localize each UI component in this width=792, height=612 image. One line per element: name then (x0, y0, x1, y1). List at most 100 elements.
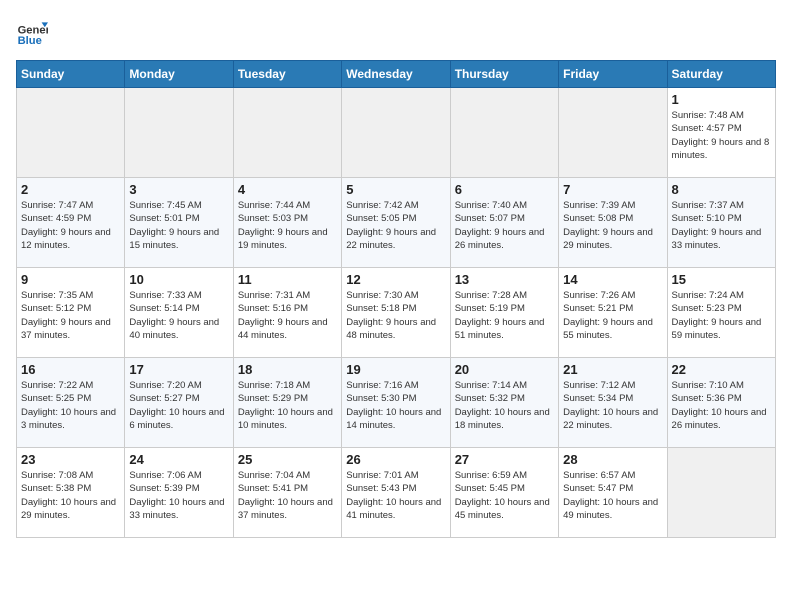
day-number: 24 (129, 452, 228, 467)
day-info: Sunrise: 7:42 AM Sunset: 5:05 PM Dayligh… (346, 199, 445, 252)
day-number: 10 (129, 272, 228, 287)
day-cell: 5 Sunrise: 7:42 AM Sunset: 5:05 PM Daylig… (342, 178, 450, 268)
day-number: 18 (238, 362, 337, 377)
day-info: Sunrise: 7:12 AM Sunset: 5:34 PM Dayligh… (563, 379, 662, 432)
day-cell (450, 88, 558, 178)
day-cell (125, 88, 233, 178)
day-number: 27 (455, 452, 554, 467)
day-cell: 14 Sunrise: 7:26 AM Sunset: 5:21 PM Dayli… (559, 268, 667, 358)
day-info: Sunrise: 6:57 AM Sunset: 5:47 PM Dayligh… (563, 469, 662, 522)
day-number: 25 (238, 452, 337, 467)
day-info: Sunrise: 7:24 AM Sunset: 5:23 PM Dayligh… (672, 289, 771, 342)
day-header-tuesday: Tuesday (233, 61, 341, 88)
day-number: 20 (455, 362, 554, 377)
week-row-3: 16 Sunrise: 7:22 AM Sunset: 5:25 PM Dayli… (17, 358, 776, 448)
day-info: Sunrise: 7:10 AM Sunset: 5:36 PM Dayligh… (672, 379, 771, 432)
day-number: 17 (129, 362, 228, 377)
day-number: 28 (563, 452, 662, 467)
day-info: Sunrise: 7:08 AM Sunset: 5:38 PM Dayligh… (21, 469, 120, 522)
day-info: Sunrise: 7:28 AM Sunset: 5:19 PM Dayligh… (455, 289, 554, 342)
day-info: Sunrise: 7:14 AM Sunset: 5:32 PM Dayligh… (455, 379, 554, 432)
day-number: 13 (455, 272, 554, 287)
day-cell: 21Sunrise: 7:12 AM Sunset: 5:34 PM Dayli… (559, 358, 667, 448)
logo: General Blue (16, 16, 48, 48)
day-cell: 16 Sunrise: 7:22 AM Sunset: 5:25 PM Dayli… (17, 358, 125, 448)
day-number: 22 (672, 362, 771, 377)
day-cell (667, 448, 775, 538)
day-cell: 22 Sunrise: 7:10 AM Sunset: 5:36 PM Dayli… (667, 358, 775, 448)
day-info: Sunrise: 7:48 AM Sunset: 4:57 PM Dayligh… (672, 109, 771, 162)
day-info: Sunrise: 7:06 AM Sunset: 5:39 PM Dayligh… (129, 469, 228, 522)
day-cell: 1 Sunrise: 7:48 AM Sunset: 4:57 PM Daylig… (667, 88, 775, 178)
day-cell: 9 Sunrise: 7:35 AM Sunset: 5:12 PM Daylig… (17, 268, 125, 358)
day-cell: 19 Sunrise: 7:16 AM Sunset: 5:30 PM Dayli… (342, 358, 450, 448)
day-header-friday: Friday (559, 61, 667, 88)
day-number: 5 (346, 182, 445, 197)
day-info: Sunrise: 7:16 AM Sunset: 5:30 PM Dayligh… (346, 379, 445, 432)
day-number: 15 (672, 272, 771, 287)
svg-text:Blue: Blue (18, 35, 42, 47)
day-cell: 18Sunrise: 7:18 AM Sunset: 5:29 PM Dayli… (233, 358, 341, 448)
day-info: Sunrise: 7:35 AM Sunset: 5:12 PM Dayligh… (21, 289, 120, 342)
day-cell: 23 Sunrise: 7:08 AM Sunset: 5:38 PM Dayli… (17, 448, 125, 538)
day-info: Sunrise: 7:22 AM Sunset: 5:25 PM Dayligh… (21, 379, 120, 432)
day-cell: 3 Sunrise: 7:45 AM Sunset: 5:01 PM Daylig… (125, 178, 233, 268)
week-row-1: 2 Sunrise: 7:47 AM Sunset: 4:59 PM Daylig… (17, 178, 776, 268)
day-cell: 25Sunrise: 7:04 AM Sunset: 5:41 PM Dayli… (233, 448, 341, 538)
day-info: Sunrise: 7:30 AM Sunset: 5:18 PM Dayligh… (346, 289, 445, 342)
day-cell: 11 Sunrise: 7:31 AM Sunset: 5:16 PM Dayli… (233, 268, 341, 358)
day-header-monday: Monday (125, 61, 233, 88)
day-number: 2 (21, 182, 120, 197)
day-info: Sunrise: 6:59 AM Sunset: 5:45 PM Dayligh… (455, 469, 554, 522)
day-number: 16 (21, 362, 120, 377)
day-info: Sunrise: 7:44 AM Sunset: 5:03 PM Dayligh… (238, 199, 337, 252)
day-number: 4 (238, 182, 337, 197)
day-header-thursday: Thursday (450, 61, 558, 88)
day-cell: 8Sunrise: 7:37 AM Sunset: 5:10 PM Daylig… (667, 178, 775, 268)
day-cell: 28 Sunrise: 6:57 AM Sunset: 5:47 PM Dayli… (559, 448, 667, 538)
day-cell (559, 88, 667, 178)
day-cell: 2 Sunrise: 7:47 AM Sunset: 4:59 PM Daylig… (17, 178, 125, 268)
day-info: Sunrise: 7:39 AM Sunset: 5:08 PM Dayligh… (563, 199, 662, 252)
day-number: 3 (129, 182, 228, 197)
day-cell: 15 Sunrise: 7:24 AM Sunset: 5:23 PM Dayli… (667, 268, 775, 358)
page-header: General Blue (16, 16, 776, 48)
day-info: Sunrise: 7:01 AM Sunset: 5:43 PM Dayligh… (346, 469, 445, 522)
day-number: 26 (346, 452, 445, 467)
calendar-table: SundayMondayTuesdayWednesdayThursdayFrid… (16, 60, 776, 538)
header-row: SundayMondayTuesdayWednesdayThursdayFrid… (17, 61, 776, 88)
day-number: 11 (238, 272, 337, 287)
day-number: 6 (455, 182, 554, 197)
day-cell: 13 Sunrise: 7:28 AM Sunset: 5:19 PM Dayli… (450, 268, 558, 358)
day-number: 1 (672, 92, 771, 107)
day-header-wednesday: Wednesday (342, 61, 450, 88)
week-row-4: 23 Sunrise: 7:08 AM Sunset: 5:38 PM Dayli… (17, 448, 776, 538)
day-cell: 10Sunrise: 7:33 AM Sunset: 5:14 PM Dayli… (125, 268, 233, 358)
day-cell: 20 Sunrise: 7:14 AM Sunset: 5:32 PM Dayli… (450, 358, 558, 448)
day-number: 7 (563, 182, 662, 197)
day-number: 12 (346, 272, 445, 287)
day-cell: 6 Sunrise: 7:40 AM Sunset: 5:07 PM Daylig… (450, 178, 558, 268)
week-row-0: 1 Sunrise: 7:48 AM Sunset: 4:57 PM Daylig… (17, 88, 776, 178)
day-number: 14 (563, 272, 662, 287)
day-cell: 26 Sunrise: 7:01 AM Sunset: 5:43 PM Dayli… (342, 448, 450, 538)
day-cell: 12 Sunrise: 7:30 AM Sunset: 5:18 PM Dayli… (342, 268, 450, 358)
day-cell: 27 Sunrise: 6:59 AM Sunset: 5:45 PM Dayli… (450, 448, 558, 538)
day-header-saturday: Saturday (667, 61, 775, 88)
day-info: Sunrise: 7:45 AM Sunset: 5:01 PM Dayligh… (129, 199, 228, 252)
day-cell: 17 Sunrise: 7:20 AM Sunset: 5:27 PM Dayli… (125, 358, 233, 448)
day-number: 9 (21, 272, 120, 287)
day-number: 23 (21, 452, 120, 467)
day-cell: 4 Sunrise: 7:44 AM Sunset: 5:03 PM Daylig… (233, 178, 341, 268)
day-info: Sunrise: 7:20 AM Sunset: 5:27 PM Dayligh… (129, 379, 228, 432)
day-number: 19 (346, 362, 445, 377)
day-cell (17, 88, 125, 178)
day-info: Sunrise: 7:31 AM Sunset: 5:16 PM Dayligh… (238, 289, 337, 342)
day-info: Sunrise: 7:26 AM Sunset: 5:21 PM Dayligh… (563, 289, 662, 342)
day-info: Sunrise: 7:47 AM Sunset: 4:59 PM Dayligh… (21, 199, 120, 252)
day-cell (233, 88, 341, 178)
day-cell (342, 88, 450, 178)
day-info: Sunrise: 7:40 AM Sunset: 5:07 PM Dayligh… (455, 199, 554, 252)
day-number: 8 (672, 182, 771, 197)
day-cell: 24 Sunrise: 7:06 AM Sunset: 5:39 PM Dayli… (125, 448, 233, 538)
